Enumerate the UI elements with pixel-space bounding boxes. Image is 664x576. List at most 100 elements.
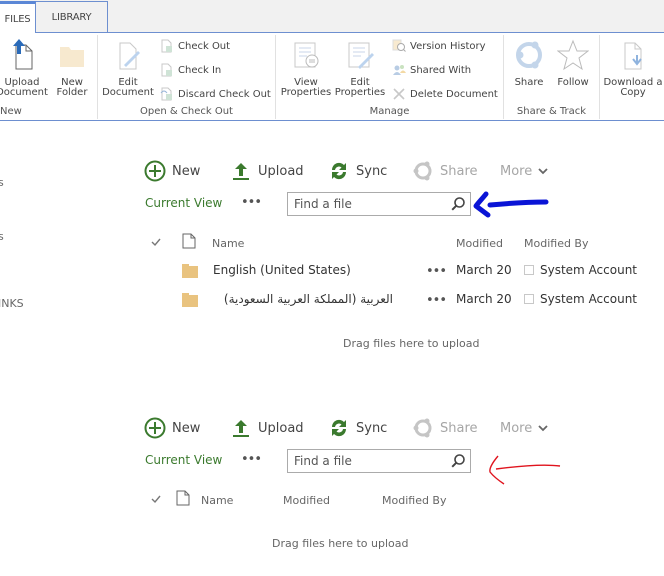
upload-button[interactable]: Upload — [230, 415, 304, 441]
check-out-icon — [161, 39, 172, 53]
library2-command-bar: New Upload Sync Share More — [144, 415, 564, 441]
search-input[interactable] — [288, 450, 448, 472]
shared-with-icon — [393, 65, 406, 75]
column-header-modified[interactable]: Modified — [283, 494, 330, 507]
discard-check-out-button[interactable]: Discard Check Out — [160, 85, 271, 103]
library1-command-bar: New Upload Sync Share More — [144, 158, 564, 184]
file-type-icon — [182, 233, 196, 249]
download-copy-label: Download a Copy — [603, 77, 663, 98]
view-options-ellipsis[interactable]: ••• — [241, 452, 262, 467]
view-properties-button[interactable]: View Properties — [280, 39, 332, 98]
edit-document-button[interactable]: Edit Document — [102, 39, 154, 98]
red-arrow-annotation — [489, 455, 561, 485]
view-properties-label: View Properties — [280, 77, 332, 98]
shared-with-button[interactable]: Shared With — [392, 61, 471, 79]
new-button[interactable]: New — [144, 158, 200, 184]
group-label-new: New — [0, 106, 22, 117]
search-box — [287, 449, 471, 473]
new-button[interactable]: New — [144, 415, 200, 441]
check-in-button[interactable]: Check In — [160, 61, 221, 79]
version-history-icon — [392, 39, 406, 52]
column-header-modified-by[interactable]: Modified By — [382, 494, 447, 507]
sync-button[interactable]: Sync — [328, 415, 387, 441]
modified-by-name[interactable]: System Account — [540, 292, 637, 306]
column-header-modified[interactable]: Modified — [456, 237, 503, 250]
search-icon[interactable] — [450, 453, 466, 469]
more-button[interactable]: More — [500, 415, 549, 441]
item-ellipsis-button[interactable]: ••• — [426, 293, 447, 308]
column-header-name[interactable]: Name — [201, 494, 233, 507]
column-header-name[interactable]: Name — [212, 237, 244, 250]
share-button[interactable]: Share — [412, 158, 478, 184]
current-view-link[interactable]: Current View — [145, 453, 222, 467]
leftnav-item-1[interactable]: s — [0, 176, 4, 189]
leftnav-item-2[interactable]: s — [0, 230, 4, 243]
sync-icon — [331, 162, 347, 180]
select-all-checkmark-icon[interactable] — [150, 236, 162, 248]
delete-document-label: Delete Document — [410, 88, 498, 100]
drag-files-hint: Drag files here to upload — [272, 537, 409, 550]
column-header-modified-by[interactable]: Modified By — [524, 237, 589, 250]
item-name-link[interactable]: English (United States) — [213, 263, 351, 277]
item-modified: March 20 — [456, 263, 512, 277]
new-folder-button[interactable]: New Folder — [46, 39, 98, 98]
sync-label: Sync — [356, 420, 388, 436]
more-button[interactable]: More — [500, 158, 549, 184]
ribbon-group-share-track: Share Follow Share & Track — [504, 35, 600, 119]
new-folder-label: New Folder — [56, 77, 88, 98]
check-out-button[interactable]: Check Out — [160, 37, 230, 55]
more-label: More — [500, 420, 533, 436]
check-out-label: Check Out — [178, 40, 231, 52]
share-label: Share — [440, 163, 478, 179]
download-copy-icon — [624, 42, 642, 70]
upload-document-button[interactable]: Upload Document — [0, 39, 48, 98]
follow-button[interactable]: Follow — [547, 39, 599, 88]
search-box — [287, 192, 471, 216]
upload-button[interactable]: Upload — [230, 158, 304, 184]
item-name-link[interactable]: العربية (المملكة العربية السعودية) — [213, 292, 393, 306]
search-input[interactable] — [288, 193, 448, 215]
ribbon-group-manage: View Properties Edit Properties Version … — [276, 35, 504, 119]
tab-files[interactable]: FILES — [0, 1, 36, 34]
discard-check-out-icon — [160, 87, 172, 101]
sync-label: Sync — [356, 163, 388, 179]
discard-check-out-label: Discard Check Out — [178, 88, 271, 100]
check-in-label: Check In — [178, 64, 222, 76]
blue-arrow-annotation — [473, 191, 549, 218]
table-row[interactable]: العربية (المملكة العربية السعودية) ••• M… — [0, 292, 664, 312]
more-label: More — [500, 163, 533, 179]
ribbon-group-new: Upload Document New Folder New — [0, 35, 98, 119]
modified-by-name[interactable]: System Account — [540, 263, 637, 277]
upload-document-icon — [13, 39, 33, 70]
edit-properties-button[interactable]: Edit Properties — [334, 39, 386, 98]
delete-document-button[interactable]: Delete Document — [392, 85, 498, 103]
item-modified: March 20 — [456, 292, 512, 306]
tab-library[interactable]: LIBRARY — [36, 1, 108, 33]
check-in-icon — [161, 63, 172, 77]
share-icon — [516, 41, 542, 69]
chevron-down-icon — [538, 168, 548, 175]
select-all-checkmark-icon[interactable] — [150, 493, 162, 505]
download-copy-button[interactable]: Download a Copy — [602, 39, 664, 98]
sync-button[interactable]: Sync — [328, 158, 387, 184]
chevron-down-icon — [538, 425, 548, 432]
search-icon[interactable] — [450, 196, 466, 212]
ribbon: Upload Document New Folder New Edit Docu… — [0, 33, 664, 121]
group-label-share-track: Share & Track — [516, 106, 587, 117]
version-history-button[interactable]: Version History — [392, 37, 486, 55]
star-icon — [556, 39, 590, 71]
file-type-icon — [176, 490, 190, 506]
current-view-link[interactable]: Current View — [145, 196, 222, 210]
library1-view-bar: Current View ••• — [144, 192, 474, 218]
edit-document-label: Edit Document — [102, 77, 154, 98]
item-ellipsis-button[interactable]: ••• — [426, 264, 447, 279]
share-button[interactable]: Share — [412, 415, 478, 441]
table-row[interactable]: English (United States) ••• March 20 Sys… — [0, 263, 664, 283]
follow-label: Follow — [557, 77, 589, 88]
upload-label: Upload — [258, 163, 304, 179]
upload-document-label: Upload Document — [0, 77, 48, 98]
folder-icon — [182, 293, 198, 307]
view-properties-icon — [294, 42, 319, 68]
view-options-ellipsis[interactable]: ••• — [241, 195, 262, 210]
edit-document-icon — [119, 42, 140, 70]
